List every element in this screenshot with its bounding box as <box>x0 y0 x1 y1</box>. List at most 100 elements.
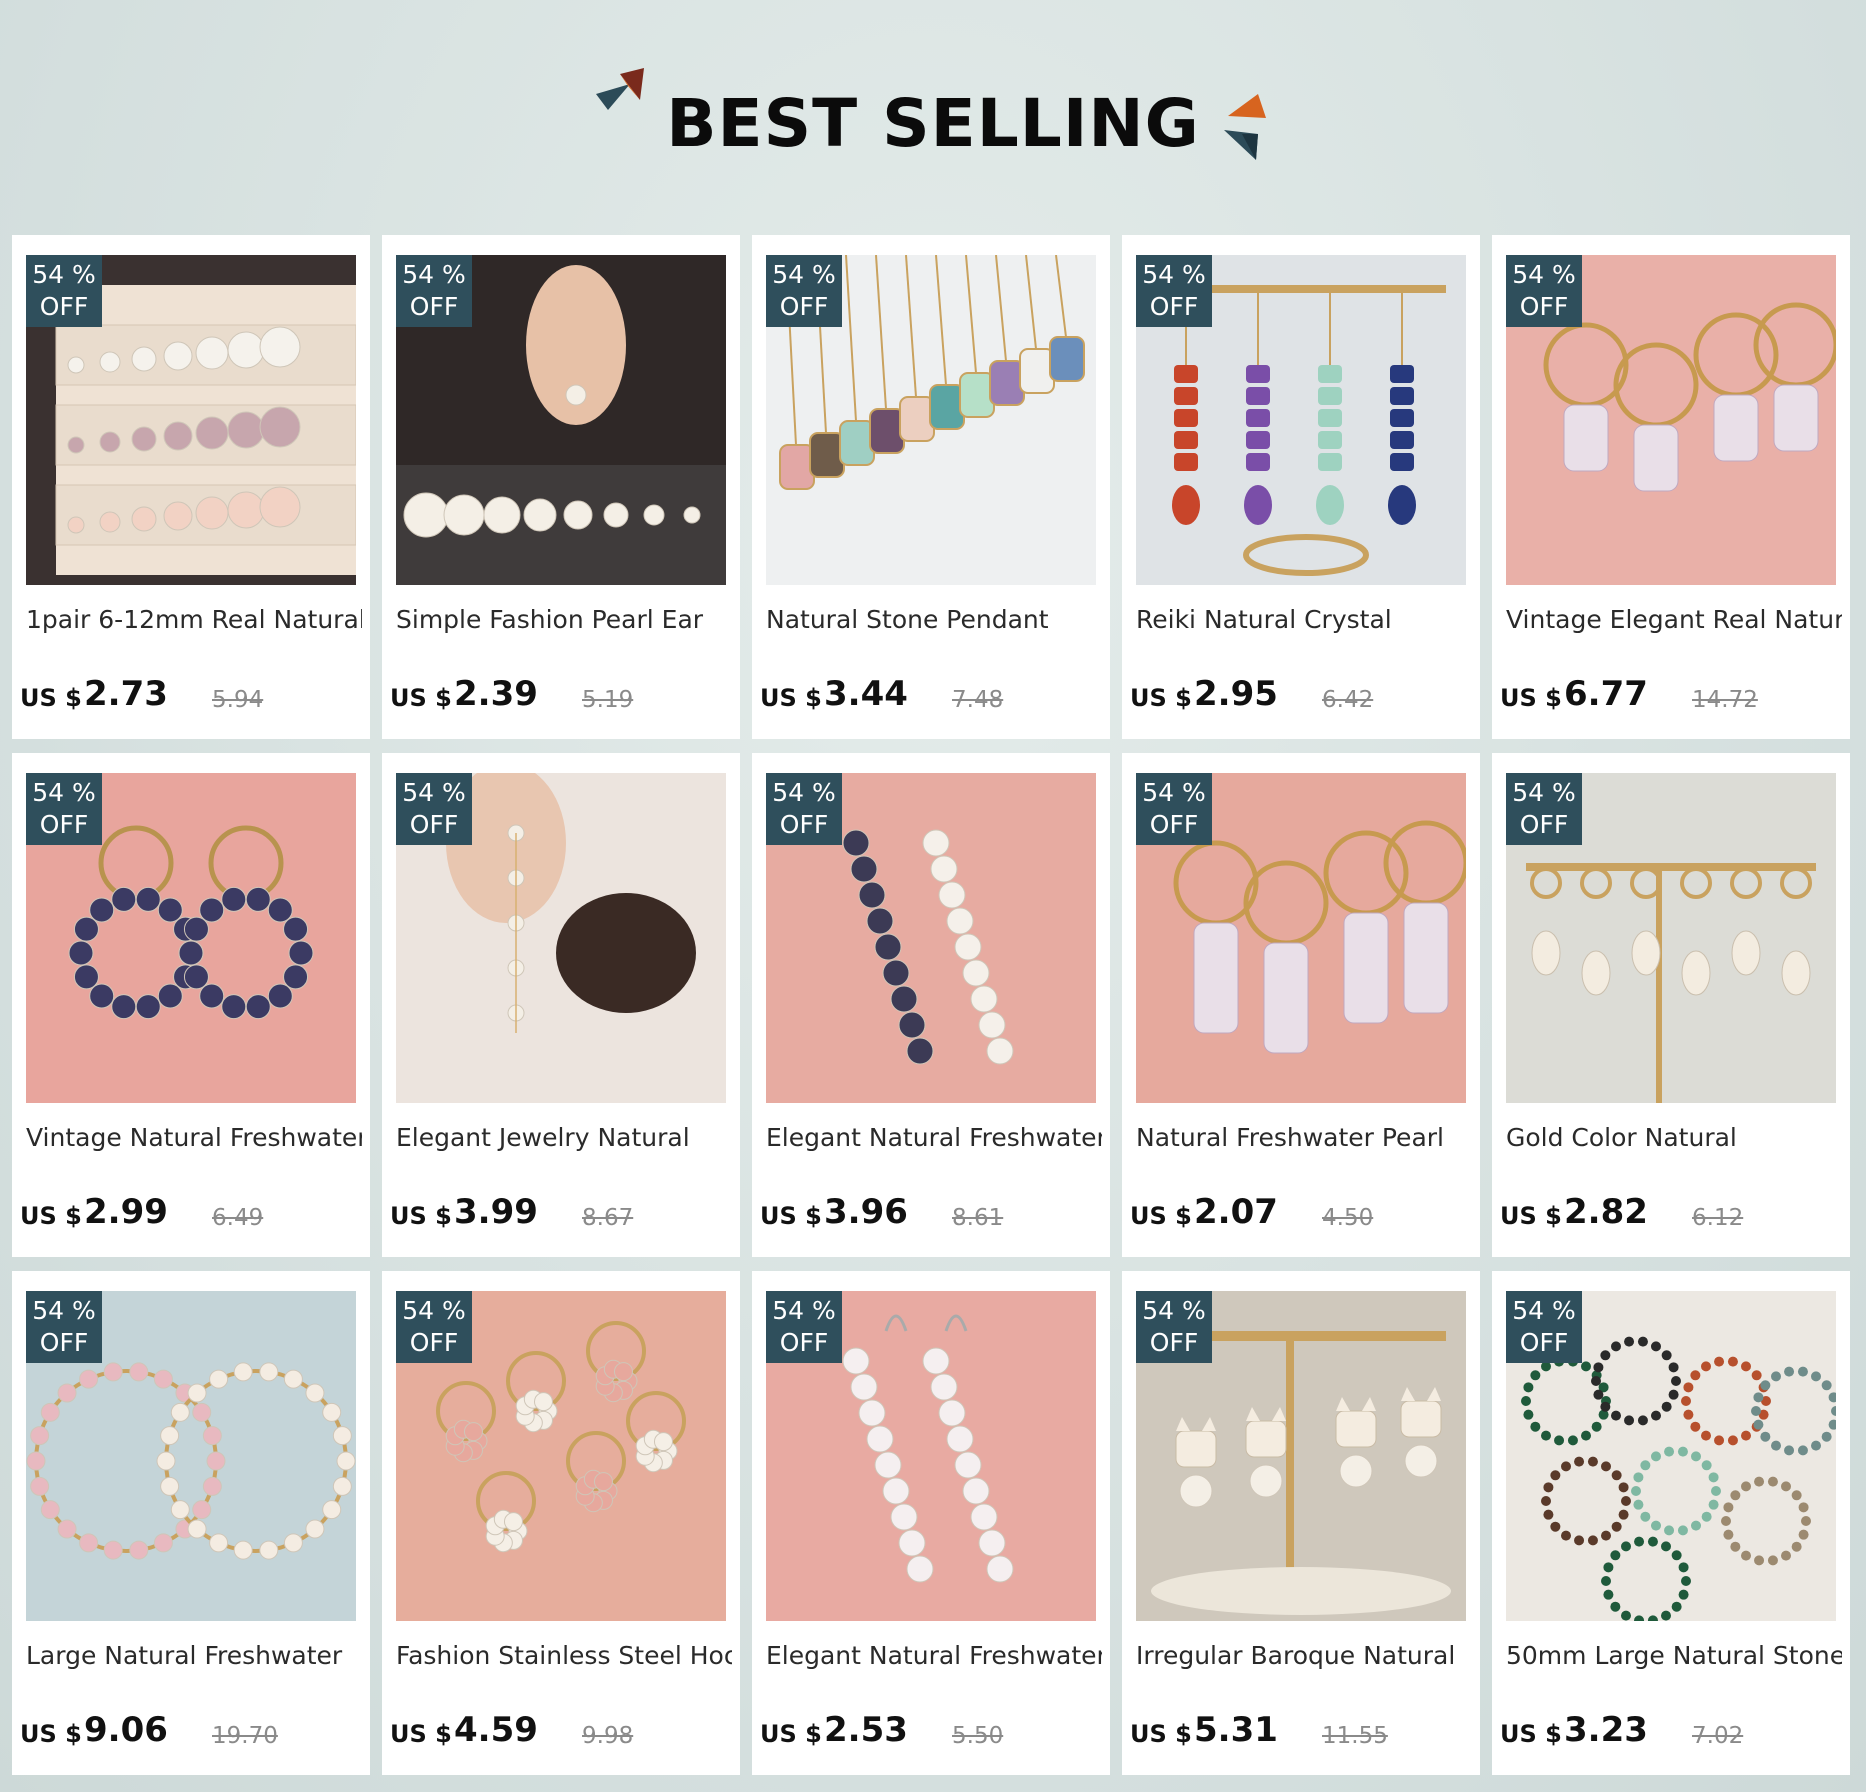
discount-badge: 54 % OFF <box>1506 773 1582 845</box>
price-row: US $ 2.53 5.50 <box>760 1707 1100 1757</box>
product-name[interactable]: Irregular Baroque Natural <box>1136 1641 1472 1670</box>
original-price: 4.50 <box>1322 1205 1374 1231</box>
product-card[interactable]: 54 % OFF Vintage Elegant Real Natural US… <box>1492 235 1850 739</box>
discount-off-label: OFF <box>1519 292 1569 321</box>
original-price: 6.12 <box>1692 1205 1744 1231</box>
currency-label: US $ <box>1500 1202 1562 1230</box>
product-name[interactable]: Large Natural Freshwater <box>26 1641 362 1670</box>
original-price: 11.55 <box>1322 1723 1388 1749</box>
discount-badge: 54 % OFF <box>26 773 102 845</box>
original-price: 5.19 <box>582 687 634 713</box>
discount-percent: 54 % <box>1142 260 1206 289</box>
original-price: 8.61 <box>952 1205 1004 1231</box>
discount-badge: 54 % OFF <box>1136 255 1212 327</box>
sale-price: 3.99 <box>454 1192 538 1232</box>
product-card[interactable]: 54 % OFF 50mm Large Natural Stone US $ 3… <box>1492 1271 1850 1775</box>
sale-price: 3.44 <box>824 674 908 714</box>
discount-badge: 54 % OFF <box>396 1291 472 1363</box>
discount-badge: 54 % OFF <box>396 773 472 845</box>
product-name[interactable]: Vintage Natural Freshwater <box>26 1123 362 1152</box>
currency-label: US $ <box>390 684 452 712</box>
product-card[interactable]: 54 % OFF Fashion Stainless Steel Hoop US… <box>382 1271 740 1775</box>
product-name[interactable]: Elegant Natural Freshwater <box>766 1641 1102 1670</box>
product-card[interactable]: 54 % OFF Vintage Natural Freshwater US $… <box>12 753 370 1257</box>
discount-percent: 54 % <box>402 1296 466 1325</box>
discount-percent: 54 % <box>1512 1296 1576 1325</box>
product-card[interactable]: 54 % OFF Natural Freshwater Pearl US $ 2… <box>1122 753 1480 1257</box>
product-card[interactable]: 54 % OFF Elegant Natural Freshwater US $… <box>752 753 1110 1257</box>
original-price: 9.98 <box>582 1723 634 1749</box>
discount-off-label: OFF <box>1519 1328 1569 1357</box>
page: BEST SELLING 54 % OFF 1pair 6-12mm Real … <box>0 0 1866 1792</box>
price-row: US $ 2.95 6.42 <box>1130 671 1470 721</box>
product-name[interactable]: Vintage Elegant Real Natural <box>1506 605 1842 634</box>
product-name[interactable]: Elegant Natural Freshwater <box>766 1123 1102 1152</box>
currency-label: US $ <box>390 1202 452 1230</box>
sale-price: 2.99 <box>84 1192 168 1232</box>
discount-off-label: OFF <box>1519 810 1569 839</box>
sale-price: 2.82 <box>1564 1192 1648 1232</box>
original-price: 5.50 <box>952 1723 1004 1749</box>
discount-percent: 54 % <box>772 778 836 807</box>
product-name[interactable]: Elegant Jewelry Natural <box>396 1123 732 1152</box>
price-row: US $ 3.23 7.02 <box>1500 1707 1840 1757</box>
price-row: US $ 2.99 6.49 <box>20 1189 360 1239</box>
product-name[interactable]: Fashion Stainless Steel Hoop <box>396 1641 732 1670</box>
page-title: BEST SELLING <box>666 85 1200 162</box>
currency-label: US $ <box>760 684 822 712</box>
price-row: US $ 6.77 14.72 <box>1500 671 1840 721</box>
product-card[interactable]: 54 % OFF Simple Fashion Pearl Ear US $ 2… <box>382 235 740 739</box>
product-name[interactable]: 1pair 6-12mm Real Natural <box>26 605 362 634</box>
price-row: US $ 2.73 5.94 <box>20 671 360 721</box>
sale-price: 2.07 <box>1194 1192 1278 1232</box>
section-header: BEST SELLING <box>0 0 1866 235</box>
currency-label: US $ <box>760 1720 822 1748</box>
sale-price: 2.73 <box>84 674 168 714</box>
currency-label: US $ <box>390 1720 452 1748</box>
discount-percent: 54 % <box>402 778 466 807</box>
discount-percent: 54 % <box>1142 1296 1206 1325</box>
triangle-decoration-right-icon <box>1224 94 1266 160</box>
sale-price: 4.59 <box>454 1710 538 1750</box>
currency-label: US $ <box>20 684 82 712</box>
price-row: US $ 5.31 11.55 <box>1130 1707 1470 1757</box>
product-name[interactable]: 50mm Large Natural Stone <box>1506 1641 1842 1670</box>
discount-off-label: OFF <box>39 292 89 321</box>
product-card[interactable]: 54 % OFF Irregular Baroque Natural US $ … <box>1122 1271 1480 1775</box>
discount-percent: 54 % <box>32 260 96 289</box>
price-row: US $ 2.82 6.12 <box>1500 1189 1840 1239</box>
product-card[interactable]: 54 % OFF Elegant Natural Freshwater US $… <box>752 1271 1110 1775</box>
original-price: 7.48 <box>952 687 1004 713</box>
discount-badge: 54 % OFF <box>766 1291 842 1363</box>
product-name[interactable]: Gold Color Natural <box>1506 1123 1842 1152</box>
product-card[interactable]: 54 % OFF Reiki Natural Crystal US $ 2.95… <box>1122 235 1480 739</box>
discount-percent: 54 % <box>1512 260 1576 289</box>
product-name[interactable]: Reiki Natural Crystal <box>1136 605 1472 634</box>
discount-off-label: OFF <box>39 810 89 839</box>
product-card[interactable]: 54 % OFF Gold Color Natural US $ 2.82 6.… <box>1492 753 1850 1257</box>
product-card[interactable]: 54 % OFF 1pair 6-12mm Real Natural US $ … <box>12 235 370 739</box>
price-row: US $ 2.07 4.50 <box>1130 1189 1470 1239</box>
original-price: 8.67 <box>582 1205 634 1231</box>
sale-price: 2.95 <box>1194 674 1278 714</box>
product-name[interactable]: Simple Fashion Pearl Ear <box>396 605 732 634</box>
sale-price: 2.39 <box>454 674 538 714</box>
price-row: US $ 3.99 8.67 <box>390 1189 730 1239</box>
sale-price: 3.23 <box>1564 1710 1648 1750</box>
discount-badge: 54 % OFF <box>766 255 842 327</box>
currency-label: US $ <box>1130 1202 1192 1230</box>
discount-badge: 54 % OFF <box>396 255 472 327</box>
product-card[interactable]: 54 % OFF Large Natural Freshwater US $ 9… <box>12 1271 370 1775</box>
discount-badge: 54 % OFF <box>1136 773 1212 845</box>
discount-badge: 54 % OFF <box>26 255 102 327</box>
product-card[interactable]: 54 % OFF Elegant Jewelry Natural US $ 3.… <box>382 753 740 1257</box>
original-price: 7.02 <box>1692 1723 1744 1749</box>
discount-percent: 54 % <box>1512 778 1576 807</box>
product-name[interactable]: Natural Stone Pendant <box>766 605 1102 634</box>
product-card[interactable]: 54 % OFF Natural Stone Pendant US $ 3.44… <box>752 235 1110 739</box>
currency-label: US $ <box>760 1202 822 1230</box>
product-name[interactable]: Natural Freshwater Pearl <box>1136 1123 1472 1152</box>
currency-label: US $ <box>1500 684 1562 712</box>
original-price: 6.49 <box>212 1205 264 1231</box>
currency-label: US $ <box>1130 684 1192 712</box>
